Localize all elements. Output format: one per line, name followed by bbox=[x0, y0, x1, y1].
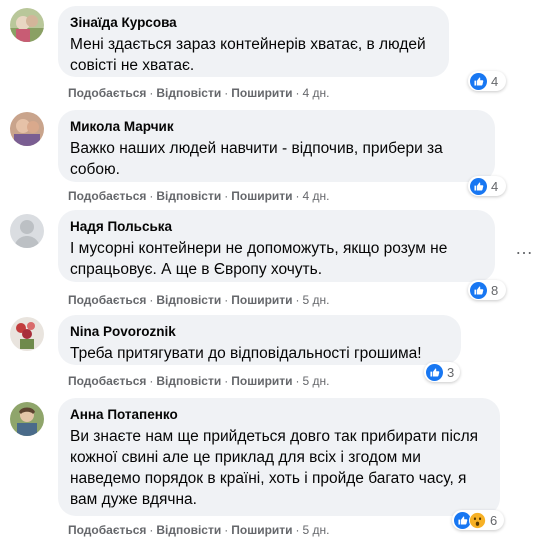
comment-actions: Подобається · Відповісти · Поширити · 4 дн. bbox=[68, 189, 330, 203]
reply-button[interactable]: Відповісти bbox=[156, 189, 221, 203]
comment-author[interactable]: Микола Марчик bbox=[70, 118, 483, 135]
like-button[interactable]: Подобається bbox=[68, 374, 146, 388]
comment-timestamp[interactable]: 5 дн. bbox=[303, 374, 330, 388]
reply-button[interactable]: Відповісти bbox=[156, 293, 221, 307]
like-button[interactable]: Подобається bbox=[68, 293, 146, 307]
comment-bubble: Микола Марчик Важко наших людей навчити … bbox=[58, 110, 495, 182]
comment-bubble: Надя Польська І мусорні контейнери не до… bbox=[58, 210, 495, 282]
reaction-summary[interactable]: 4 bbox=[468, 71, 506, 91]
comment-actions: Подобається · Відповісти · Поширити · 5 дн. bbox=[68, 523, 330, 537]
share-button[interactable]: Поширити bbox=[231, 374, 292, 388]
comment-text: Важко наших людей навчити - відпочив, пр… bbox=[70, 140, 443, 178]
reaction-summary[interactable]: 8 bbox=[468, 280, 506, 300]
comment-author[interactable]: Анна Потапенко bbox=[70, 406, 488, 423]
avatar[interactable] bbox=[10, 402, 44, 436]
avatar[interactable] bbox=[10, 214, 44, 248]
comment-author[interactable]: Зінаїда Курсова bbox=[70, 14, 437, 31]
comment-text: Ви знаєте нам ще прийдеться довго так пр… bbox=[70, 428, 479, 508]
comment-timestamp[interactable]: 5 дн. bbox=[303, 293, 330, 307]
reaction-summary[interactable]: 6 bbox=[452, 510, 504, 530]
reaction-count: 3 bbox=[447, 364, 455, 380]
avatar[interactable] bbox=[10, 112, 44, 146]
reaction-count: 4 bbox=[491, 73, 499, 89]
comment-actions: Подобається · Відповісти · Поширити · 5 дн. bbox=[68, 374, 330, 388]
like-button[interactable]: Подобається bbox=[68, 189, 146, 203]
comment-bubble: Зінаїда Курсова Мені здається зараз конт… bbox=[58, 6, 449, 77]
comment-text: І мусорні контейнери не допоможуть, якщо… bbox=[70, 240, 448, 278]
avatar[interactable] bbox=[10, 317, 44, 351]
comment-bubble: Nina Povoroznik Треба притягувати до від… bbox=[58, 315, 461, 365]
like-icon bbox=[470, 177, 487, 195]
share-button[interactable]: Поширити bbox=[231, 523, 292, 537]
comment-timestamp[interactable]: 4 дн. bbox=[303, 189, 330, 203]
reply-button[interactable]: Відповісти bbox=[156, 86, 221, 100]
comment-actions: Подобається · Відповісти · Поширити · 4 дн. bbox=[68, 86, 330, 100]
reply-button[interactable]: Відповісти bbox=[156, 374, 221, 388]
like-button[interactable]: Подобається bbox=[68, 523, 146, 537]
reply-button[interactable]: Відповісти bbox=[156, 523, 221, 537]
comment-author[interactable]: Nina Povoroznik bbox=[70, 323, 449, 340]
comment-timestamp[interactable]: 4 дн. bbox=[303, 86, 330, 100]
reaction-summary[interactable]: 4 bbox=[468, 176, 506, 196]
share-button[interactable]: Поширити bbox=[231, 293, 292, 307]
reaction-count: 4 bbox=[491, 178, 499, 194]
comment-actions: Подобається · Відповісти · Поширити · 5 дн. bbox=[68, 293, 330, 307]
share-button[interactable]: Поширити bbox=[231, 189, 292, 203]
more-options-icon[interactable]: … bbox=[512, 236, 536, 260]
like-icon bbox=[426, 363, 443, 381]
reaction-summary[interactable]: 3 bbox=[424, 362, 460, 382]
like-button[interactable]: Подобається bbox=[68, 86, 146, 100]
reaction-count: 6 bbox=[490, 512, 498, 528]
wow-icon bbox=[469, 511, 486, 529]
comment-author[interactable]: Надя Польська bbox=[70, 218, 483, 235]
comment-bubble: Анна Потапенко Ви знаєте нам ще прийдеть… bbox=[58, 398, 500, 516]
share-button[interactable]: Поширити bbox=[231, 86, 292, 100]
comment-text: Треба притягувати до відповідальності гр… bbox=[70, 345, 422, 362]
like-icon bbox=[470, 72, 487, 90]
reaction-count: 8 bbox=[491, 282, 499, 298]
like-icon bbox=[470, 281, 487, 299]
comment-text: Мені здається зараз контейнерів хватає, … bbox=[70, 36, 426, 74]
avatar[interactable] bbox=[10, 8, 44, 42]
comment-timestamp[interactable]: 5 дн. bbox=[303, 523, 330, 537]
